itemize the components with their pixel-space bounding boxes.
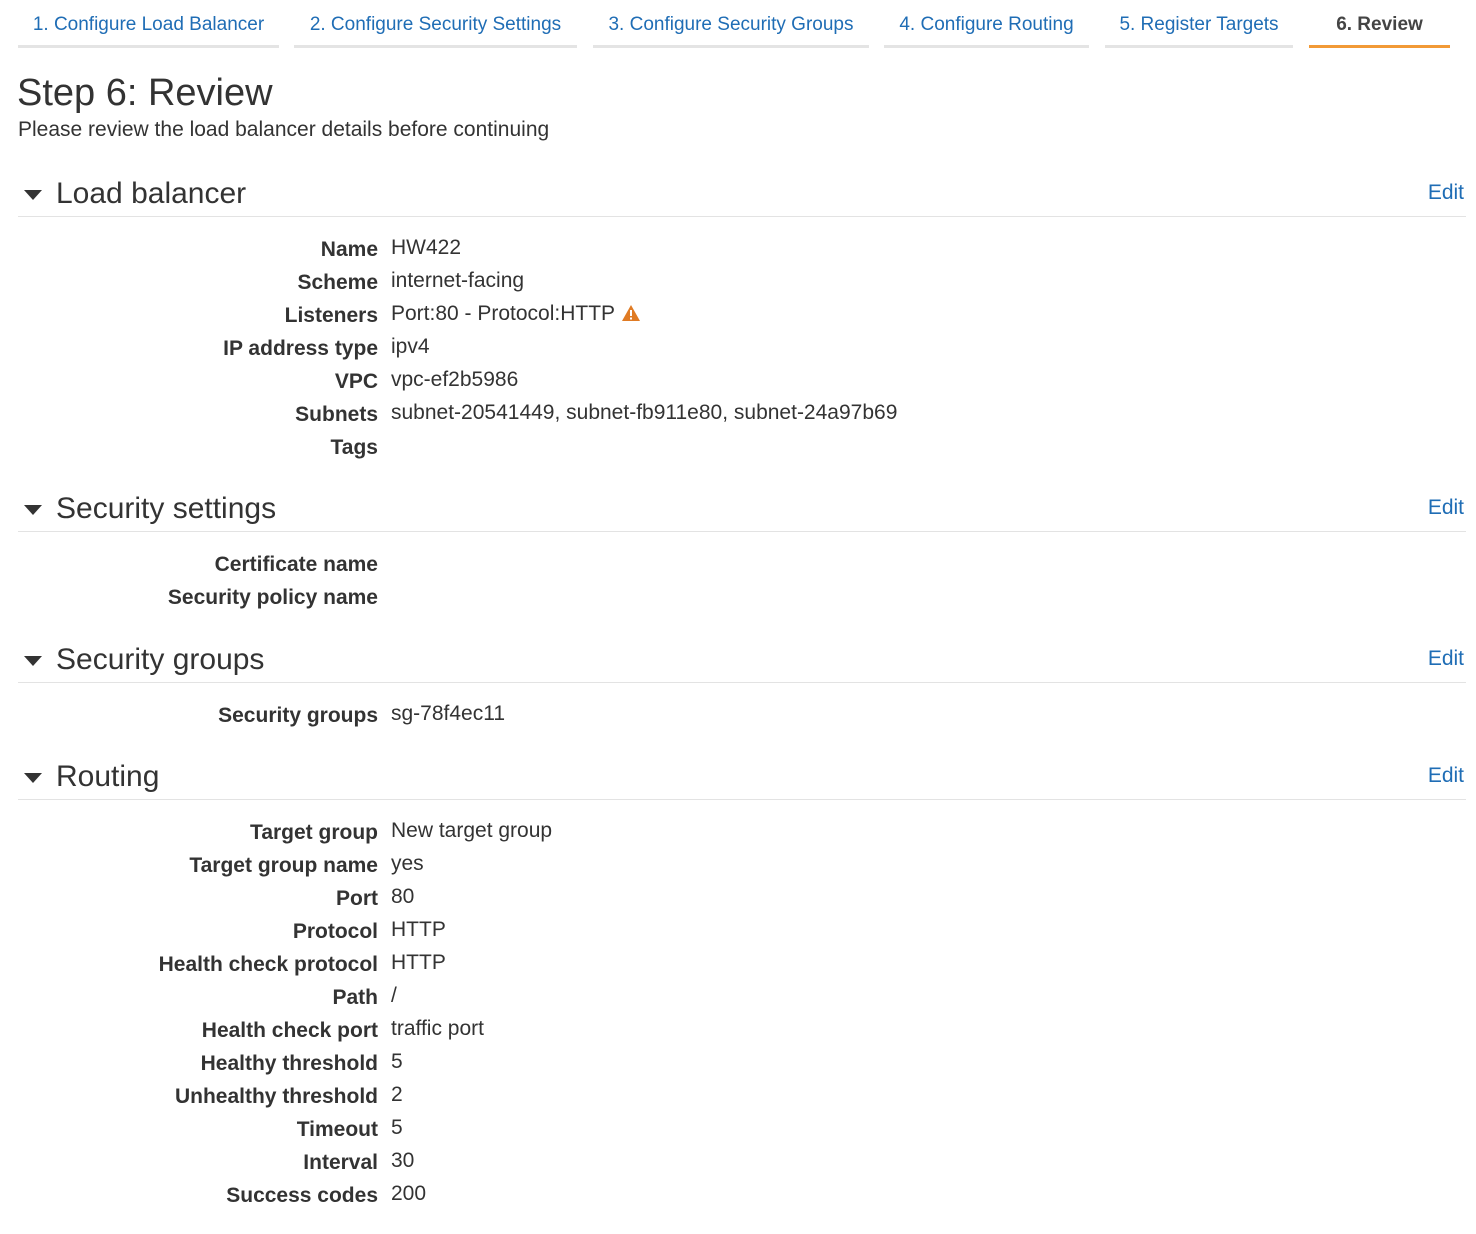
field-value: New target group <box>391 819 553 842</box>
field-label: IP address type <box>223 337 378 360</box>
field-label: Tags <box>330 436 378 459</box>
field-security-policy-name: Security policy name <box>0 584 1476 617</box>
field-value-wrapper: Port:80 - Protocol:HTTP <box>391 300 641 330</box>
field-certificate-name: Certificate name <box>0 551 1476 584</box>
field-value: HW422 <box>391 236 462 259</box>
field-subnets: Subnets subnet-20541449, subnet-fb911e80… <box>0 401 1476 434</box>
field-unhealthy-threshold: Unhealthy threshold 2 <box>0 1083 1476 1116</box>
field-name: Name HW422 <box>0 236 1476 269</box>
field-label: Target group name <box>189 854 378 877</box>
field-target-group-name: Target group name yes <box>0 852 1476 885</box>
field-label: Listeners <box>284 304 378 327</box>
section-load-balancer: Load balancer Edit <box>18 176 1466 217</box>
field-label: Timeout <box>296 1118 378 1141</box>
tab-configure-routing[interactable]: 4. Configure Routing <box>884 10 1089 48</box>
collapse-caret-icon[interactable] <box>24 505 42 515</box>
field-value: yes <box>391 852 424 875</box>
section-security-groups: Security groups Edit <box>18 642 1466 683</box>
field-label: Certificate name <box>214 553 378 576</box>
field-interval: Interval 30 <box>0 1149 1476 1182</box>
field-value: 5 <box>391 1050 403 1073</box>
field-value: internet-facing <box>391 269 525 292</box>
field-label: Unhealthy threshold <box>174 1085 378 1108</box>
field-value: HTTP <box>391 951 446 974</box>
field-port: Port 80 <box>0 885 1476 918</box>
section-routing: Routing Edit <box>18 759 1466 800</box>
edit-load-balancer-link[interactable]: Edit <box>1428 180 1464 206</box>
tab-register-targets[interactable]: 5. Register Targets <box>1105 10 1293 48</box>
field-value: ipv4 <box>391 335 430 358</box>
warning-icon[interactable] <box>621 302 641 330</box>
tab-configure-security-settings[interactable]: 2. Configure Security Settings <box>294 10 577 48</box>
field-label: Name <box>320 238 378 261</box>
field-label: Health check port <box>201 1019 378 1042</box>
field-label: Port <box>336 887 378 910</box>
field-label: VPC <box>334 370 378 393</box>
section-title: Load balancer <box>56 177 247 210</box>
field-value: 5 <box>391 1116 403 1139</box>
field-value: 200 <box>391 1182 427 1205</box>
field-security-groups: Security groups sg-78f4ec11 <box>0 702 1476 735</box>
field-vpc: VPC vpc-ef2b5986 <box>0 368 1476 401</box>
field-tags: Tags <box>0 434 1476 467</box>
collapse-caret-icon[interactable] <box>24 773 42 783</box>
edit-routing-link[interactable]: Edit <box>1428 763 1464 789</box>
field-value: Port:80 - Protocol:HTTP <box>391 302 616 325</box>
field-value: traffic port <box>391 1017 484 1040</box>
field-value: 2 <box>391 1083 403 1106</box>
field-value: vpc-ef2b5986 <box>391 368 519 391</box>
field-timeout: Timeout 5 <box>0 1116 1476 1149</box>
field-healthy-threshold: Healthy threshold 5 <box>0 1050 1476 1083</box>
field-value: sg-78f4ec11 <box>391 702 506 725</box>
field-label: Healthy threshold <box>200 1052 378 1075</box>
field-path: Path / <box>0 984 1476 1017</box>
field-scheme: Scheme internet-facing <box>0 269 1476 302</box>
field-protocol: Protocol HTTP <box>0 918 1476 951</box>
field-target-group: Target group New target group <box>0 819 1476 852</box>
field-health-check-port: Health check port traffic port <box>0 1017 1476 1050</box>
field-value: 80 <box>391 885 415 908</box>
field-success-codes: Success codes 200 <box>0 1182 1476 1215</box>
field-value: / <box>391 984 397 1007</box>
field-label: Protocol <box>292 920 378 943</box>
section-title: Security settings <box>56 492 277 525</box>
page-subtitle: Please review the load balancer details … <box>18 118 550 141</box>
collapse-caret-icon[interactable] <box>24 190 42 200</box>
field-label: Scheme <box>297 271 378 294</box>
field-ip-address-type: IP address type ipv4 <box>0 335 1476 368</box>
section-title: Security groups <box>56 643 265 676</box>
tab-review[interactable]: 6. Review <box>1309 10 1450 48</box>
field-label: Subnets <box>295 403 378 426</box>
field-label: Security policy name <box>167 586 378 609</box>
section-security-settings: Security settings Edit <box>18 491 1466 532</box>
edit-security-groups-link[interactable]: Edit <box>1428 646 1464 672</box>
page-title: Step 6: Review <box>17 72 273 114</box>
wizard-steps: 1. Configure Load Balancer 2. Configure … <box>0 0 1476 56</box>
field-health-check-protocol: Health check protocol HTTP <box>0 951 1476 984</box>
field-label: Interval <box>303 1151 378 1174</box>
field-label: Success codes <box>226 1184 378 1207</box>
section-title: Routing <box>56 760 160 793</box>
edit-security-settings-link[interactable]: Edit <box>1428 495 1464 521</box>
field-label: Path <box>332 986 378 1009</box>
field-label: Health check protocol <box>158 953 378 976</box>
field-value: subnet-20541449, subnet-fb911e80, subnet… <box>391 401 898 424</box>
tab-configure-load-balancer[interactable]: 1. Configure Load Balancer <box>18 10 279 48</box>
field-label: Target group <box>250 821 378 844</box>
field-value: 30 <box>391 1149 415 1172</box>
field-listeners: Listeners Port:80 - Protocol:HTTP <box>0 302 1476 335</box>
tab-configure-security-groups[interactable]: 3. Configure Security Groups <box>593 10 869 48</box>
field-label: Security groups <box>218 704 378 727</box>
field-value: HTTP <box>391 918 446 941</box>
collapse-caret-icon[interactable] <box>24 656 42 666</box>
